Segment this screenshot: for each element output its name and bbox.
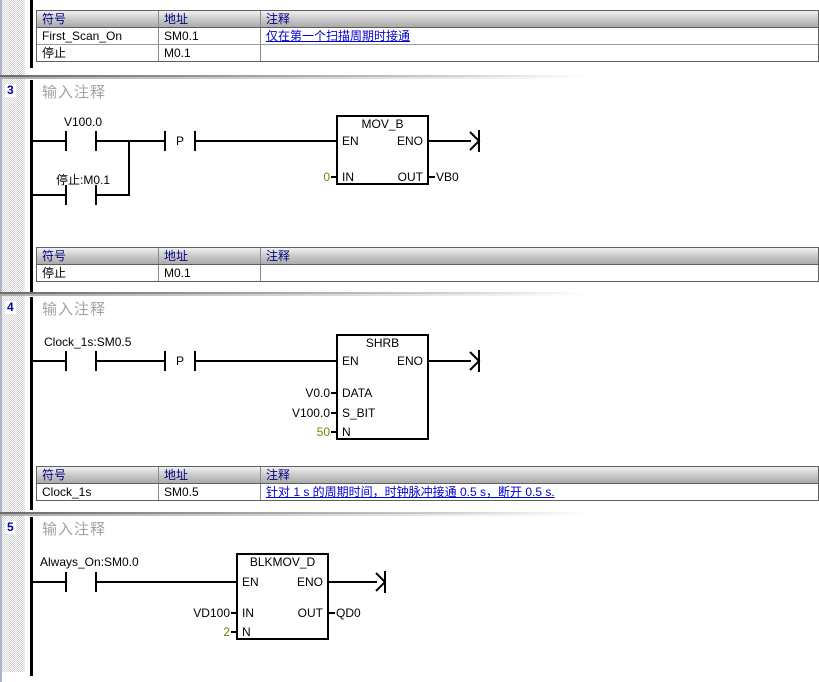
power-rail bbox=[30, 80, 33, 292]
wire-branch bbox=[128, 140, 130, 196]
network-separator bbox=[0, 512, 819, 516]
symbol-table-header: 符号 地址 注释 bbox=[37, 11, 818, 28]
wire bbox=[429, 360, 471, 362]
network-selection-margin[interactable] bbox=[2, 0, 25, 672]
network-number[interactable]: 3 bbox=[5, 84, 16, 97]
contact-operand-label: Always_On:SM0.0 bbox=[40, 556, 139, 569]
column-header-comment: 注释 bbox=[261, 11, 818, 27]
pin-in: IN bbox=[242, 607, 254, 619]
wire bbox=[329, 581, 377, 583]
rung-continuation-arrow-icon bbox=[373, 570, 388, 594]
pin-value-operand[interactable]: V100.0 bbox=[261, 407, 330, 419]
pin-en: EN bbox=[342, 135, 359, 147]
symbol-info-table: 符号 地址 注释 Clock_1s SM0.5 针对 1 s 的周期时间，时钟脉… bbox=[36, 466, 819, 501]
power-rail bbox=[30, 517, 33, 676]
table-row: Clock_1s SM0.5 针对 1 s 的周期时间，时钟脉冲接通 0.5 s… bbox=[37, 484, 818, 500]
box-title: MOV_B bbox=[338, 118, 427, 131]
network-number[interactable]: 4 bbox=[5, 301, 16, 314]
network-title-comment[interactable]: 输入注释 bbox=[42, 301, 106, 318]
contact-operand-label: V100.0 bbox=[64, 116, 102, 129]
symbol-table-header: 符号 地址 注释 bbox=[37, 248, 818, 265]
pin-eno: ENO bbox=[297, 576, 323, 588]
rung-continuation-arrow-icon bbox=[467, 349, 482, 373]
pin-n: N bbox=[342, 426, 351, 438]
pin-out: OUT bbox=[398, 171, 423, 183]
table-row: 停止 M0.1 bbox=[37, 265, 818, 281]
column-header-comment: 注释 bbox=[261, 467, 818, 483]
box-title: BLKMOV_D bbox=[238, 556, 327, 569]
column-header-address: 地址 bbox=[159, 11, 261, 27]
wire bbox=[33, 581, 238, 583]
network-title-comment[interactable]: 输入注释 bbox=[42, 521, 106, 538]
pin-data: DATA bbox=[342, 387, 372, 399]
column-header-symbol: 符号 bbox=[37, 11, 159, 27]
cell-symbol: 停止 bbox=[37, 265, 159, 281]
normally-open-contact[interactable] bbox=[65, 185, 97, 205]
table-row: First_Scan_On SM0.1 仅在第一个扫描周期时接通 bbox=[37, 28, 818, 45]
pin-value-operand[interactable]: VD100 bbox=[161, 607, 230, 619]
table-row: 停止 M0.1 bbox=[37, 45, 818, 61]
column-header-symbol: 符号 bbox=[37, 248, 159, 264]
cell-comment bbox=[261, 265, 818, 281]
ladder-program-editor: 符号 地址 注释 First_Scan_On SM0.1 仅在第一个扫描周期时接… bbox=[0, 0, 819, 682]
pin-value-operand[interactable]: VB0 bbox=[436, 171, 459, 183]
symbol-info-table: 符号 地址 注释 First_Scan_On SM0.1 仅在第一个扫描周期时接… bbox=[36, 10, 819, 62]
power-rail bbox=[30, 297, 33, 510]
pin-en: EN bbox=[242, 576, 259, 588]
pin-eno: ENO bbox=[397, 135, 423, 147]
positive-edge-contact[interactable]: P bbox=[164, 131, 196, 151]
pin-n: N bbox=[242, 626, 251, 638]
normally-open-contact[interactable] bbox=[65, 351, 97, 371]
edge-contact-label: P bbox=[176, 354, 184, 368]
power-rail bbox=[30, 0, 33, 68]
cell-address: M0.1 bbox=[159, 45, 261, 61]
wire bbox=[429, 140, 471, 142]
function-box-blkmov-d[interactable]: BLKMOV_D EN ENO IN OUT N bbox=[236, 553, 329, 640]
column-header-address: 地址 bbox=[159, 248, 261, 264]
pin-tick bbox=[329, 612, 335, 614]
edge-contact-label: P bbox=[176, 134, 184, 148]
pin-value-operand[interactable]: QD0 bbox=[336, 607, 361, 619]
normally-open-contact[interactable] bbox=[65, 572, 97, 592]
pin-in: IN bbox=[342, 171, 354, 183]
cell-address: M0.1 bbox=[159, 265, 261, 281]
pin-value-constant[interactable]: 0 bbox=[291, 171, 330, 183]
pin-value-operand[interactable]: V0.0 bbox=[261, 387, 330, 399]
positive-edge-contact[interactable]: P bbox=[164, 351, 196, 371]
pin-value-constant[interactable]: 2 bbox=[171, 626, 230, 638]
pin-eno: ENO bbox=[397, 355, 423, 367]
network-separator bbox=[0, 75, 819, 79]
pin-s-bit: S_BIT bbox=[342, 407, 375, 419]
function-box-mov-b[interactable]: MOV_B EN ENO IN OUT bbox=[336, 115, 429, 185]
pin-en: EN bbox=[342, 355, 359, 367]
cell-address: SM0.1 bbox=[159, 28, 261, 44]
network-title-comment[interactable]: 输入注释 bbox=[42, 84, 106, 101]
pin-out: OUT bbox=[298, 607, 323, 619]
cell-comment: 针对 1 s 的周期时间，时钟脉冲接通 0.5 s，断开 0.5 s. bbox=[261, 484, 818, 500]
cell-symbol: Clock_1s bbox=[37, 484, 159, 500]
normally-open-contact[interactable] bbox=[65, 131, 97, 151]
function-box-shrb[interactable]: SHRB EN ENO DATA S_BIT N bbox=[336, 334, 429, 440]
cell-symbol: 停止 bbox=[37, 45, 159, 61]
column-header-comment: 注释 bbox=[261, 248, 818, 264]
pin-tick bbox=[429, 176, 435, 178]
column-header-symbol: 符号 bbox=[37, 467, 159, 483]
box-title: SHRB bbox=[338, 337, 427, 350]
symbol-table-header: 符号 地址 注释 bbox=[37, 467, 818, 484]
rung-continuation-arrow-icon bbox=[467, 129, 482, 153]
network-number[interactable]: 5 bbox=[5, 521, 16, 534]
symbol-info-table: 符号 地址 注释 停止 M0.1 bbox=[36, 247, 819, 282]
cell-comment bbox=[261, 45, 818, 61]
cell-symbol: First_Scan_On bbox=[37, 28, 159, 44]
cell-address: SM0.5 bbox=[159, 484, 261, 500]
column-header-address: 地址 bbox=[159, 467, 261, 483]
pin-value-constant[interactable]: 50 bbox=[271, 426, 330, 438]
cell-comment: 仅在第一个扫描周期时接通 bbox=[261, 28, 818, 44]
contact-operand-label: Clock_1s:SM0.5 bbox=[44, 336, 131, 349]
network-separator bbox=[0, 292, 819, 296]
